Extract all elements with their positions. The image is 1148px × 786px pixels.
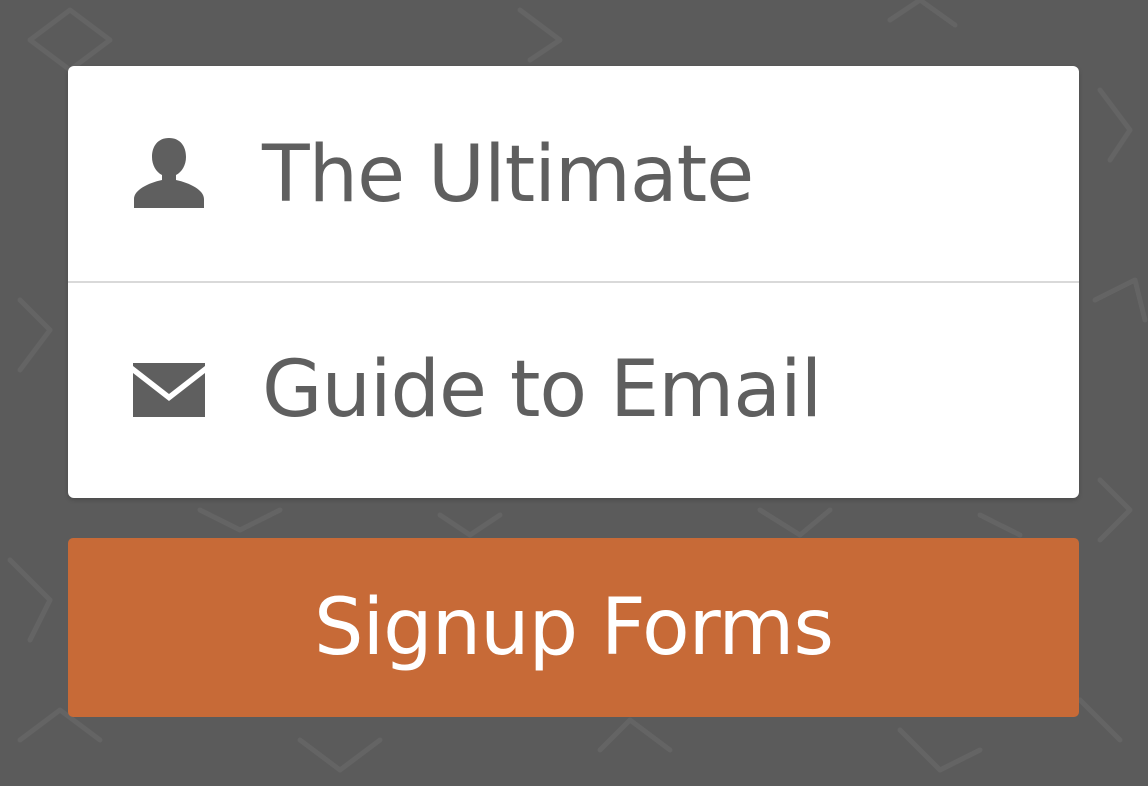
- signup-widget: The Ultimate Guide to Email Signup Forms: [0, 0, 1148, 786]
- envelope-icon: [132, 353, 206, 427]
- email-field[interactable]: Guide to Email: [68, 283, 1079, 498]
- user-icon: [132, 136, 206, 210]
- signup-button-label: Signup Forms: [314, 582, 834, 673]
- name-field[interactable]: The Ultimate: [68, 66, 1079, 283]
- signup-button[interactable]: Signup Forms: [68, 538, 1079, 717]
- signup-form-card: The Ultimate Guide to Email: [68, 66, 1079, 498]
- email-field-value: Guide to Email: [262, 345, 822, 435]
- name-field-value: The Ultimate: [262, 130, 754, 220]
